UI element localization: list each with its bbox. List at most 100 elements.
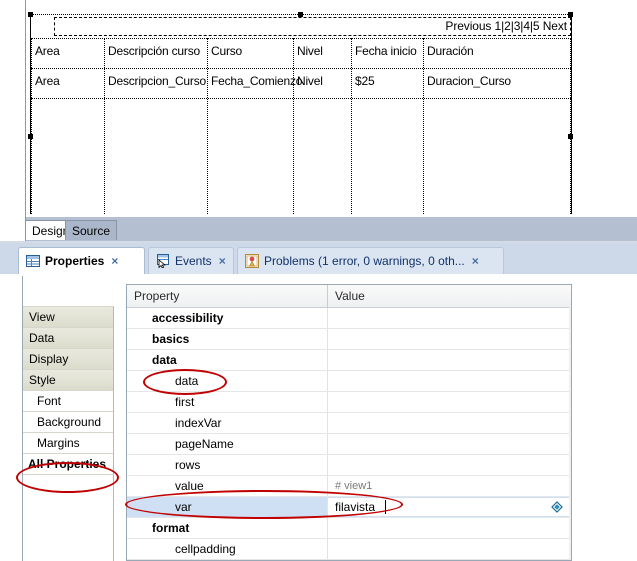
grid-header-cell: Nivel xyxy=(297,44,323,58)
table-row[interactable]: basics xyxy=(127,329,571,350)
property-value[interactable] xyxy=(328,539,335,559)
property-value[interactable] xyxy=(328,413,335,433)
column-header-property[interactable]: Property xyxy=(127,285,179,307)
sidebar-item-all-properties[interactable]: All Properties xyxy=(23,454,113,475)
property-name: format xyxy=(152,521,190,535)
property-value[interactable] xyxy=(328,518,335,538)
sidebar-item-view[interactable]: View xyxy=(23,307,113,328)
grid-column-divider xyxy=(293,38,294,214)
grid-column-divider xyxy=(31,38,32,214)
properties-panel: View Data Display Style Font Background … xyxy=(0,276,637,561)
table-row[interactable]: cellpadding xyxy=(127,539,571,560)
table-row[interactable]: pageName xyxy=(127,434,571,455)
property-name: pageName xyxy=(175,437,234,451)
tab-events[interactable]: Events × xyxy=(148,247,234,274)
table-row-selected[interactable]: var filavista xyxy=(127,497,571,518)
table-row[interactable]: data xyxy=(127,371,571,392)
property-value[interactable] xyxy=(328,392,335,412)
grid-row-separator xyxy=(31,38,571,39)
grid-header-cell: Duración xyxy=(427,44,474,58)
table-pager-row: Previous 1|2|3|4|5 Next xyxy=(30,14,572,38)
property-value[interactable] xyxy=(328,350,335,370)
property-name: basics xyxy=(152,332,190,346)
sidebar-item-display[interactable]: Display xyxy=(23,349,113,370)
property-name: data xyxy=(152,353,177,367)
app-root: Previous 1|2|3|4|5 Next Area Descripción… xyxy=(0,0,637,561)
grid-data-cell: $25 xyxy=(355,74,375,88)
text-caret xyxy=(385,500,386,514)
properties-panel-gutter xyxy=(0,276,23,561)
property-name: rows xyxy=(175,458,201,472)
canvas-left-gutter xyxy=(0,0,26,217)
category-sidebar: View Data Display Style Font Background … xyxy=(23,306,114,561)
grid-data-cell: Duracion_Curso xyxy=(427,74,511,88)
tab-problems[interactable]: Problems (1 error, 0 warnings, 0 oth... … xyxy=(237,247,504,274)
table-row[interactable]: rows xyxy=(127,455,571,476)
property-name: data xyxy=(175,374,199,388)
property-grid[interactable]: Property Value accessibility basics data xyxy=(126,284,572,561)
binding-diamond-icon[interactable] xyxy=(551,500,563,513)
property-name: first xyxy=(175,395,195,409)
grid-column-divider xyxy=(104,38,105,214)
grid-data-cell: Fecha_Comienzo xyxy=(211,74,303,88)
grid-right-edge xyxy=(569,307,571,560)
table-row[interactable]: format xyxy=(127,518,571,539)
grid-header-cell: Area xyxy=(35,44,60,58)
editor-mode-tabbar: Design Source xyxy=(0,217,637,243)
property-value[interactable] xyxy=(328,329,335,349)
table-row[interactable]: indexVar xyxy=(127,413,571,434)
property-value[interactable] xyxy=(328,455,335,475)
grid-column-divider xyxy=(207,38,208,214)
sidebar-item-style[interactable]: Style xyxy=(23,370,113,391)
sidebar-item-background[interactable]: Background xyxy=(23,412,113,433)
properties-table-icon xyxy=(26,254,40,268)
property-name: value xyxy=(175,479,204,493)
tab-properties-close-icon[interactable]: × xyxy=(111,255,118,267)
table-row[interactable]: value # view1 xyxy=(127,476,571,497)
grid-data-cell: Descripcion_Curso xyxy=(108,74,206,88)
grid-column-divider xyxy=(570,38,571,214)
grid-header-cell: Descripción curso xyxy=(108,44,200,58)
sidebar-item-data[interactable]: Data xyxy=(23,328,113,349)
table-row[interactable]: data xyxy=(127,350,571,371)
pager-box[interactable]: Previous 1|2|3|4|5 Next xyxy=(54,17,571,36)
property-value[interactable] xyxy=(328,308,335,328)
design-canvas[interactable]: Previous 1|2|3|4|5 Next Area Descripción… xyxy=(0,0,637,217)
table-row[interactable]: accessibility xyxy=(127,308,571,329)
var-value-input[interactable]: filavista xyxy=(328,498,571,516)
tab-events-label: Events xyxy=(175,254,212,268)
property-name: accessibility xyxy=(152,311,224,325)
grid-data-cell: Area xyxy=(35,74,60,88)
property-value[interactable] xyxy=(328,371,335,391)
tab-problems-close-icon[interactable]: × xyxy=(472,255,479,267)
table-row[interactable]: first xyxy=(127,392,571,413)
events-cursor-icon xyxy=(156,254,170,269)
pager-label[interactable]: Previous 1|2|3|4|5 Next xyxy=(445,19,567,33)
property-name: indexVar xyxy=(175,416,222,430)
tab-events-close-icon[interactable]: × xyxy=(219,255,226,267)
property-grid-header: Property Value xyxy=(127,285,571,308)
tab-problems-label: Problems (1 error, 0 warnings, 0 oth... xyxy=(264,254,465,268)
var-value-text: filavista xyxy=(335,500,376,514)
column-header-value[interactable]: Value xyxy=(328,285,365,307)
grid-data-cell: Nivel xyxy=(297,74,323,88)
grid-row-separator xyxy=(31,98,571,99)
property-value[interactable] xyxy=(328,434,335,454)
sidebar-item-font[interactable]: Font xyxy=(23,391,113,412)
grid-column-divider xyxy=(423,38,424,214)
sidebar-item-margins[interactable]: Margins xyxy=(23,433,113,454)
tab-properties-label: Properties xyxy=(45,254,105,268)
property-name: cellpadding xyxy=(175,542,236,556)
tab-properties[interactable]: Properties × xyxy=(18,247,145,274)
tab-source[interactable]: Source xyxy=(65,220,118,240)
grid-column-divider xyxy=(351,38,352,214)
view-tabbar: Properties × Events × Problems (1 error,… xyxy=(0,243,637,276)
grid-row-separator xyxy=(31,68,571,69)
problems-warning-icon xyxy=(245,254,259,268)
property-name-var: var xyxy=(175,500,192,514)
design-grid: Area Descripción curso Curso Nivel Fecha… xyxy=(31,38,571,214)
editor-tabbar-gutter xyxy=(0,217,26,243)
property-value-binding[interactable]: # view1 xyxy=(328,476,372,496)
grid-header-cell: Curso xyxy=(211,44,243,58)
grid-header-cell: Fecha inicio xyxy=(355,44,417,58)
